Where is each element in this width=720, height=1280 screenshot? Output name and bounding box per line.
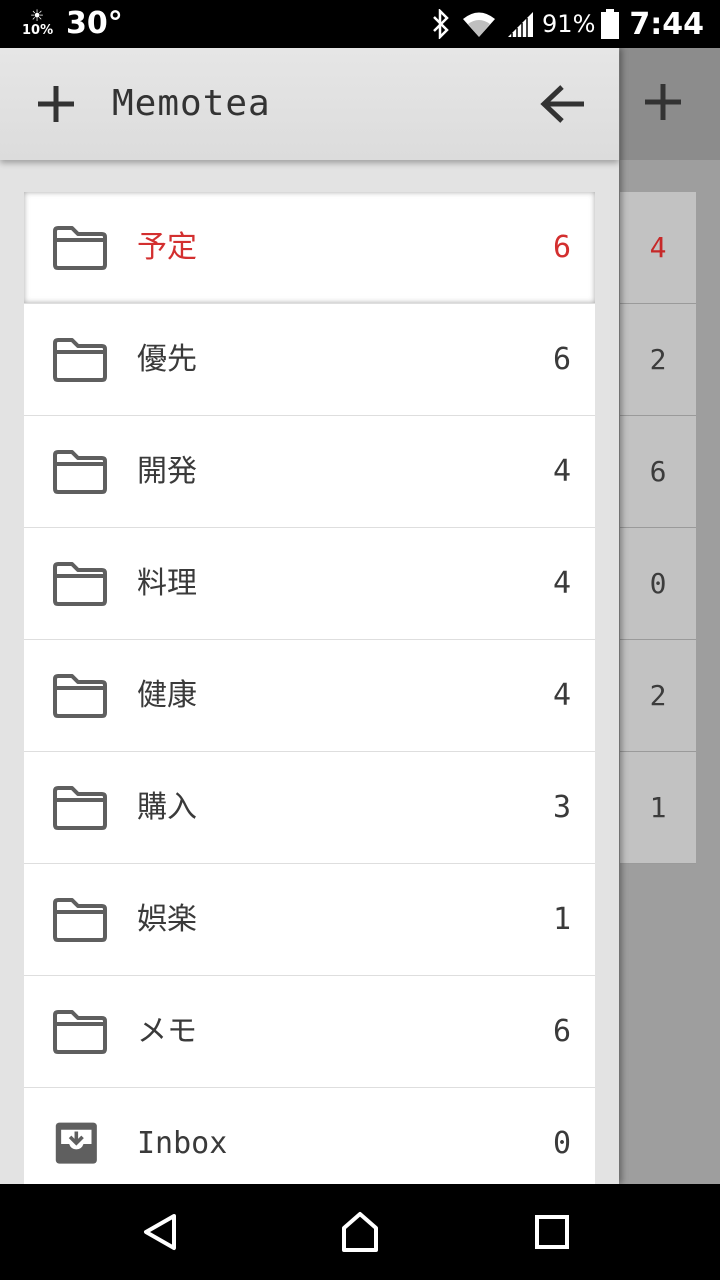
folder-label: 開発 (137, 454, 197, 489)
folder-item[interactable]: 料理 4 (24, 528, 595, 640)
folder-item[interactable]: 購入 3 (24, 752, 595, 864)
folder-count: 3 (552, 790, 571, 825)
nav-recents-button[interactable] (528, 1208, 576, 1256)
navigation-drawer: Memotea 予定 6 優先 6 開発 4 料理 4 健康 4 購入 3 娯楽… (0, 48, 619, 1184)
folder-item[interactable]: メモ 6 (24, 976, 595, 1088)
folder-item[interactable]: 予定 6 (24, 192, 595, 304)
close-drawer-button[interactable] (534, 76, 592, 132)
nav-home-button[interactable] (336, 1208, 384, 1256)
folder-icon (53, 226, 107, 270)
wifi-icon (462, 10, 496, 38)
folder-label: 優先 (137, 342, 197, 377)
folder-label: 娯楽 (137, 902, 197, 937)
folder-icon (53, 1010, 107, 1054)
weather-percent: 10% (22, 23, 54, 38)
temperature: 30° (66, 6, 123, 41)
background-count: 6 (620, 416, 696, 528)
app-title: Memotea (112, 83, 271, 124)
battery-percent: 91% (542, 10, 596, 38)
folder-icon (53, 674, 107, 718)
system-nav-bar (0, 1184, 720, 1280)
background-count: 1 (620, 752, 696, 864)
background-plus-icon[interactable] (643, 82, 683, 126)
background-list: 4 2 6 0 2 1 (620, 192, 696, 864)
folder-item[interactable]: 健康 4 (24, 640, 595, 752)
folder-icon (53, 562, 107, 606)
sun-icon: ☀ (29, 6, 45, 25)
home-icon (342, 1212, 378, 1252)
background-count: 2 (620, 640, 696, 752)
folder-count: 4 (552, 454, 571, 489)
bluetooth-icon (430, 9, 452, 39)
folder-item[interactable]: 娯楽 1 (24, 864, 595, 976)
folder-count: 4 (552, 678, 571, 713)
folder-label: Inbox (137, 1126, 228, 1161)
battery-icon (601, 9, 620, 39)
recents-square-icon (535, 1215, 569, 1249)
folder-label: 料理 (137, 566, 197, 601)
clock: 7:44 (629, 6, 704, 42)
background-count: 0 (620, 528, 696, 640)
back-triangle-icon (144, 1214, 176, 1250)
inbox-icon (55, 1122, 97, 1164)
folder-count: 1 (552, 902, 571, 937)
folder-count: 6 (552, 342, 571, 377)
folder-icon (53, 450, 107, 494)
background-count: 2 (620, 304, 696, 416)
arrow-left-icon (540, 85, 584, 123)
folder-count: 4 (552, 566, 571, 601)
folder-label: メモ (137, 1014, 197, 1049)
nav-back-button[interactable] (136, 1208, 184, 1256)
folder-list: 予定 6 優先 6 開発 4 料理 4 健康 4 購入 3 娯楽 1 メモ 6 … (24, 192, 595, 1184)
background-count: 4 (620, 192, 696, 304)
add-folder-button[interactable] (28, 76, 84, 132)
folder-item-inbox[interactable]: Inbox 0 (24, 1088, 595, 1184)
drawer-header: Memotea (0, 48, 619, 160)
folder-count: 0 (552, 1126, 571, 1161)
folder-icon (53, 338, 107, 382)
weather-indicator: ☀ 10% (22, 6, 54, 38)
folder-count: 6 (552, 1014, 571, 1049)
folder-label: 購入 (137, 790, 197, 825)
folder-label: 予定 (137, 230, 197, 265)
status-bar: ☀ 10% 30° 91% 7:44 (0, 0, 720, 48)
folder-icon (53, 786, 107, 830)
folder-item[interactable]: 優先 6 (24, 304, 595, 416)
folder-item[interactable]: 開発 4 (24, 416, 595, 528)
folder-label: 健康 (137, 678, 197, 713)
folder-icon (53, 898, 107, 942)
plus-icon (38, 86, 74, 122)
signal-icon (506, 10, 534, 38)
folder-count: 6 (552, 230, 571, 265)
status-right: 91% 7:44 (420, 6, 704, 42)
